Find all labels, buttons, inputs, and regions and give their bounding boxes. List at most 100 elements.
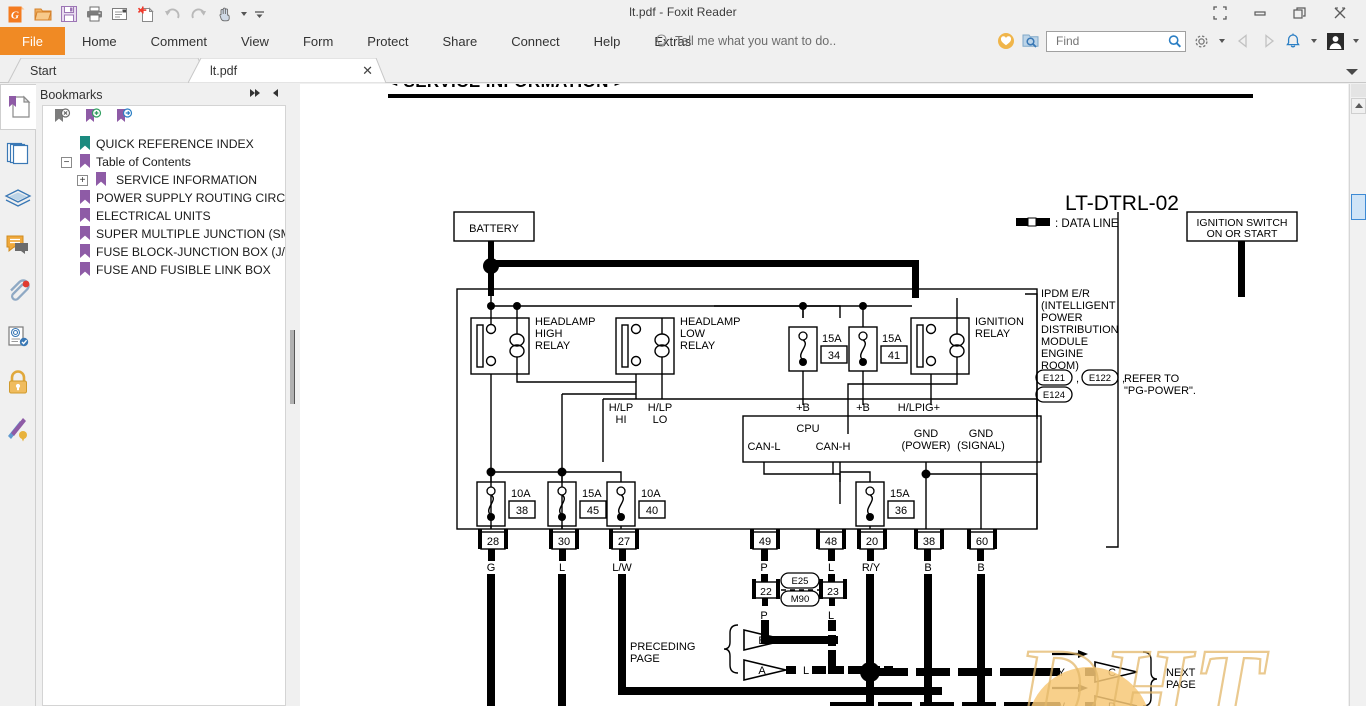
pdf-page-view[interactable]: < SERVICE INFORMATION > LT-DTRL-02 : DAT… — [300, 84, 1348, 706]
svg-text:HEADLAMP: HEADLAMP — [535, 316, 596, 328]
sidebar-item-bookmarks[interactable] — [0, 84, 36, 130]
fuse-36: 15A 36 — [855, 481, 915, 529]
next-view-icon[interactable] — [1258, 30, 1278, 52]
previous-view-icon[interactable] — [1233, 30, 1253, 52]
list-item[interactable]: FUSE AND FUSIBLE LINK BOX — [43, 261, 285, 279]
svg-text:10A: 10A — [641, 488, 661, 500]
list-item[interactable]: QUICK REFERENCE INDEX — [43, 135, 285, 153]
menu-item-home[interactable]: Home — [65, 27, 134, 55]
navigation-rail — [0, 84, 36, 706]
list-item[interactable]: POWER SUPPLY ROUTING CIRCUIT — [43, 189, 285, 207]
tell-me-box[interactable]: Tell me what you want to do.. — [655, 27, 836, 55]
sidebar-item-stamps[interactable] — [0, 314, 36, 360]
favorite-icon[interactable] — [996, 30, 1016, 52]
bookmark-icon — [79, 189, 92, 208]
notification-bell-icon[interactable] — [1283, 30, 1303, 52]
svg-text:38: 38 — [923, 536, 935, 548]
collapse-panel-icon[interactable] — [272, 87, 280, 101]
avatar-dropdown-icon[interactable] — [1350, 30, 1362, 52]
tab-lt-pdf[interactable]: lt.pdf ✕ — [188, 58, 386, 83]
expand-panel-icon[interactable] — [250, 87, 263, 101]
bell-dropdown-icon[interactable] — [1308, 30, 1320, 52]
close-icon[interactable] — [1320, 2, 1360, 24]
gear-dropdown-icon[interactable] — [1216, 30, 1228, 52]
svg-text:49: 49 — [759, 536, 771, 548]
pdf-page: < SERVICE INFORMATION > LT-DTRL-02 : DAT… — [300, 84, 1348, 706]
find-box[interactable] — [1046, 30, 1186, 52]
svg-text:B: B — [977, 562, 984, 574]
menu-item-comment[interactable]: Comment — [134, 27, 224, 55]
list-item-label: FUSE AND FUSIBLE LINK BOX — [96, 263, 271, 277]
svg-text:27: 27 — [618, 536, 630, 548]
fuse-45: 15A 45 — [547, 481, 607, 529]
svg-text:30: 30 — [558, 536, 570, 548]
list-item[interactable]: ELECTRICAL UNITS — [43, 207, 285, 225]
svg-text:L: L — [828, 562, 834, 574]
sidebar-item-pages[interactable] — [0, 130, 36, 176]
sidebar-item-comments[interactable] — [0, 222, 36, 268]
panel-splitter[interactable] — [286, 84, 300, 706]
terminal-38: 38 B — [914, 529, 944, 706]
search-input[interactable] — [1054, 33, 1167, 49]
svg-text:BATTERY: BATTERY — [469, 223, 519, 235]
svg-text:E124: E124 — [1043, 390, 1065, 401]
svg-text:L/W: L/W — [612, 562, 632, 574]
tab-list-dropdown-icon[interactable] — [1346, 63, 1358, 81]
list-item[interactable]: + SERVICE INFORMATION — [43, 171, 285, 189]
sidebar-item-attachments[interactable] — [0, 268, 36, 314]
scroll-up-button[interactable] — [1351, 98, 1366, 114]
close-icon[interactable]: ✕ — [362, 63, 373, 79]
svg-text:28: 28 — [487, 536, 499, 548]
fullscreen-icon[interactable] — [1200, 2, 1240, 24]
sidebar-item-signatures[interactable] — [0, 406, 36, 452]
menu-item-view[interactable]: View — [224, 27, 286, 55]
tab-start[interactable]: Start — [8, 58, 208, 83]
refer-to-line2: "PG-POWER". — [1124, 385, 1196, 397]
minimize-icon[interactable] — [1240, 2, 1280, 24]
svg-text:HI: HI — [616, 414, 627, 426]
list-item[interactable]: − Table of Contents — [43, 153, 285, 171]
svg-text:23: 23 — [827, 586, 839, 598]
lightbulb-icon — [656, 33, 667, 47]
menu-item-protect[interactable]: Protect — [350, 27, 425, 55]
bookmarks-tree[interactable]: QUICK REFERENCE INDEX − Table of Content… — [42, 131, 286, 706]
menu-item-connect[interactable]: Connect — [494, 27, 576, 55]
bookmarks-panel: Bookmarks QUICK REFERENCE INDEX − Table … — [36, 84, 286, 706]
scrollbar-track-top[interactable] — [1351, 84, 1366, 97]
svg-text:48: 48 — [825, 536, 837, 548]
menu-items: File Home Comment View Form Protect Shar… — [0, 27, 708, 55]
list-item-label: POWER SUPPLY ROUTING CIRCUIT — [96, 191, 286, 205]
avatar[interactable] — [1325, 30, 1345, 52]
expand-toggle[interactable]: + — [77, 174, 88, 186]
sidebar-item-security[interactable] — [0, 360, 36, 406]
pin-hlp-lo: H/LP — [648, 402, 672, 414]
menu-item-share[interactable]: Share — [425, 27, 494, 55]
svg-text:E121: E121 — [1043, 373, 1065, 384]
svg-text:34: 34 — [828, 350, 840, 362]
add-bookmark-icon[interactable] — [84, 107, 103, 130]
menu-item-help[interactable]: Help — [577, 27, 638, 55]
delete-bookmark-icon[interactable] — [53, 107, 72, 130]
splitter-grip[interactable] — [290, 330, 295, 404]
goto-bookmark-icon[interactable] — [115, 107, 134, 130]
list-item-label: QUICK REFERENCE INDEX — [96, 137, 254, 151]
pin-can-l: CAN-L — [747, 441, 780, 453]
search-folder-icon[interactable] — [1021, 30, 1041, 52]
terminal-30: 30 L — [549, 529, 579, 706]
svg-text:22: 22 — [760, 586, 772, 598]
list-item[interactable]: SUPER MULTIPLE JUNCTION (SMJ) — [43, 225, 285, 243]
next-page-l2: PAGE — [1166, 679, 1196, 691]
terminal-28: 28 G — [478, 529, 508, 706]
menu-item-form[interactable]: Form — [286, 27, 350, 55]
vertical-scrollbar[interactable] — [1349, 84, 1366, 706]
svg-text:IPDM E/R: IPDM E/R — [1041, 288, 1090, 300]
menu-item-file[interactable]: File — [0, 27, 65, 55]
restore-icon[interactable] — [1280, 2, 1320, 24]
data-line-legend: : DATA LINE — [1016, 217, 1119, 230]
gear-icon[interactable] — [1191, 30, 1211, 52]
sidebar-item-layers[interactable] — [0, 176, 36, 222]
collapse-toggle[interactable]: − — [61, 156, 72, 168]
list-item[interactable]: FUSE BLOCK-JUNCTION BOX (J/B) — [43, 243, 285, 261]
scrollbar-thumb[interactable] — [1351, 194, 1366, 220]
tab-start-label: Start — [30, 63, 57, 78]
